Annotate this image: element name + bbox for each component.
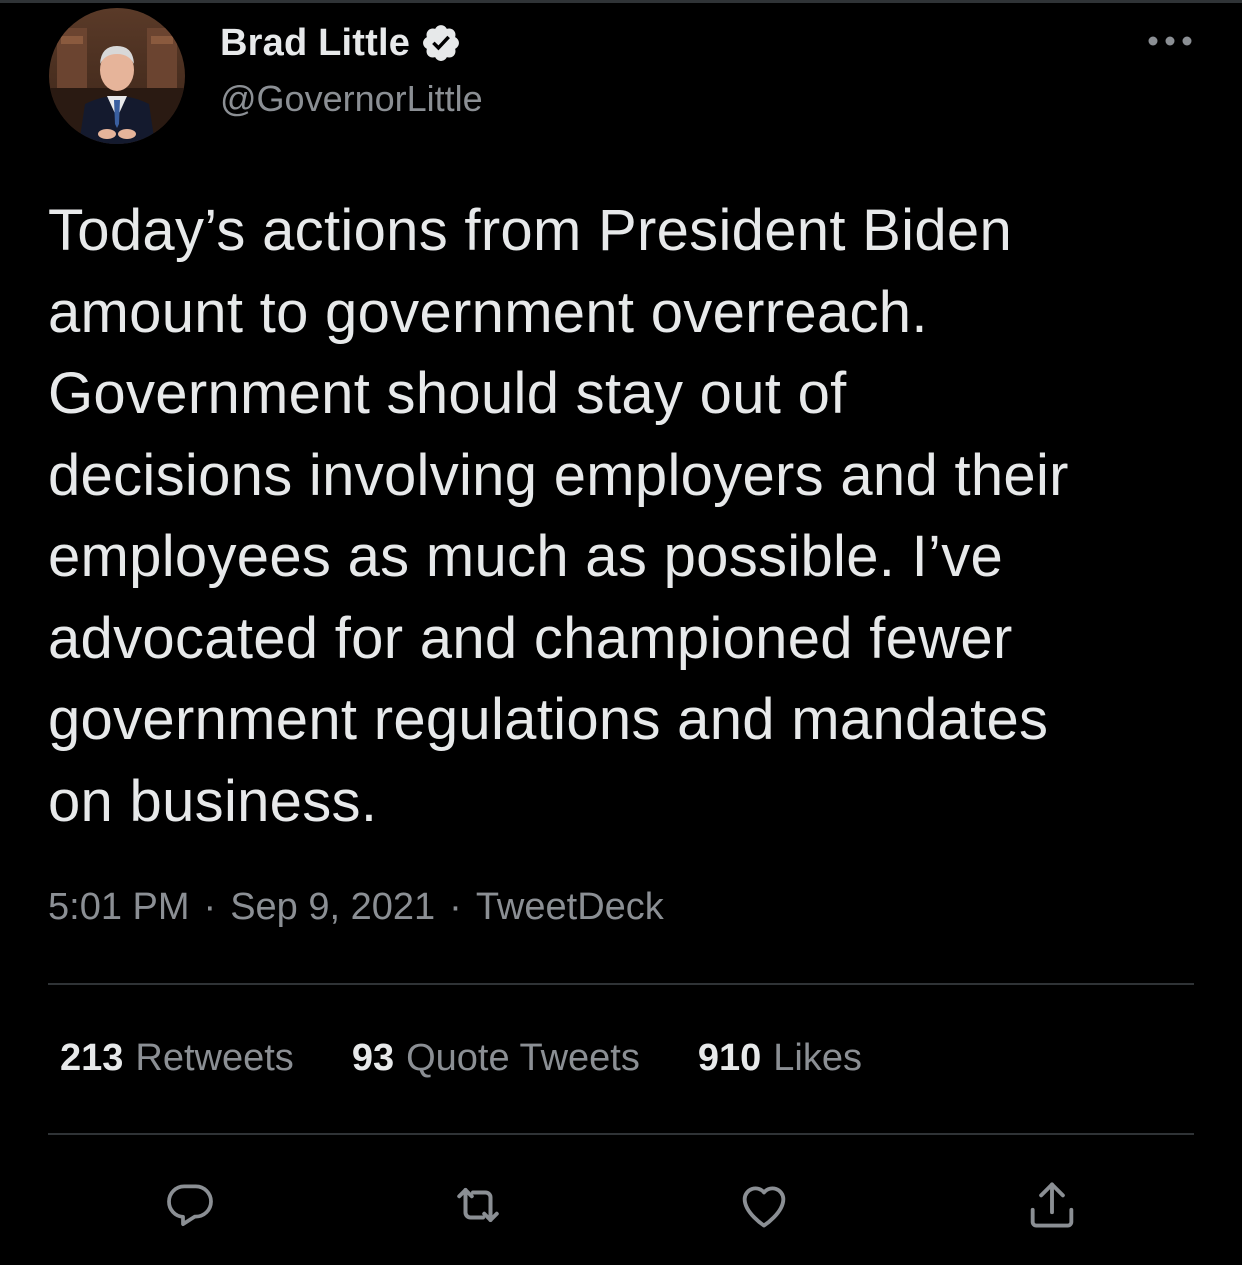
- tweet-date[interactable]: Sep 9, 2021: [230, 886, 435, 929]
- heart-icon: [742, 1186, 786, 1228]
- quote-tweets-count: 93: [351, 1037, 395, 1079]
- author-handle[interactable]: @GovernorLittle: [220, 78, 483, 120]
- more-icon: [1148, 36, 1192, 46]
- profile-photo-icon: [49, 8, 185, 144]
- retweets-label: Retweets: [135, 1037, 294, 1079]
- retweet-icon: [457, 1188, 499, 1222]
- tweet-stats: 213 Retweets 93 Quote Tweets 910 Likes: [60, 1037, 862, 1080]
- reply-button[interactable]: [160, 1175, 220, 1235]
- likes-stat[interactable]: 910 Likes: [698, 1037, 862, 1080]
- likes-label: Likes: [773, 1037, 862, 1079]
- quote-tweets-label: Quote Tweets: [406, 1037, 640, 1079]
- tweet-source[interactable]: TweetDeck: [476, 886, 664, 929]
- likes-count: 910: [697, 1037, 762, 1079]
- top-border: [0, 0, 1242, 3]
- author-name-row[interactable]: Brad Little: [220, 18, 462, 68]
- more-button[interactable]: [1140, 26, 1200, 56]
- divider: [48, 1133, 1194, 1135]
- retweets-count: 213: [60, 1037, 124, 1079]
- tweet-text: Today’s actions from President Biden amo…: [48, 198, 1069, 834]
- share-icon: [1030, 1182, 1074, 1228]
- quote-tweets-stat[interactable]: 93 Quote Tweets: [352, 1037, 640, 1080]
- retweet-button[interactable]: [448, 1175, 508, 1235]
- divider: [48, 983, 1194, 985]
- share-button[interactable]: [1022, 1175, 1082, 1235]
- reply-icon: [167, 1184, 213, 1226]
- avatar[interactable]: [49, 8, 185, 144]
- like-button[interactable]: [734, 1175, 794, 1235]
- verified-badge-icon: [420, 22, 462, 64]
- retweets-stat[interactable]: 213 Retweets: [60, 1037, 294, 1080]
- tweet-meta: 5:01 PM · Sep 9, 2021 · TweetDeck: [48, 886, 664, 929]
- meta-separator: ·: [449, 886, 462, 928]
- tweet-time[interactable]: 5:01 PM: [48, 886, 190, 929]
- action-bar: [0, 1175, 1242, 1235]
- author-name[interactable]: Brad Little: [220, 22, 410, 65]
- meta-separator: ·: [203, 886, 217, 928]
